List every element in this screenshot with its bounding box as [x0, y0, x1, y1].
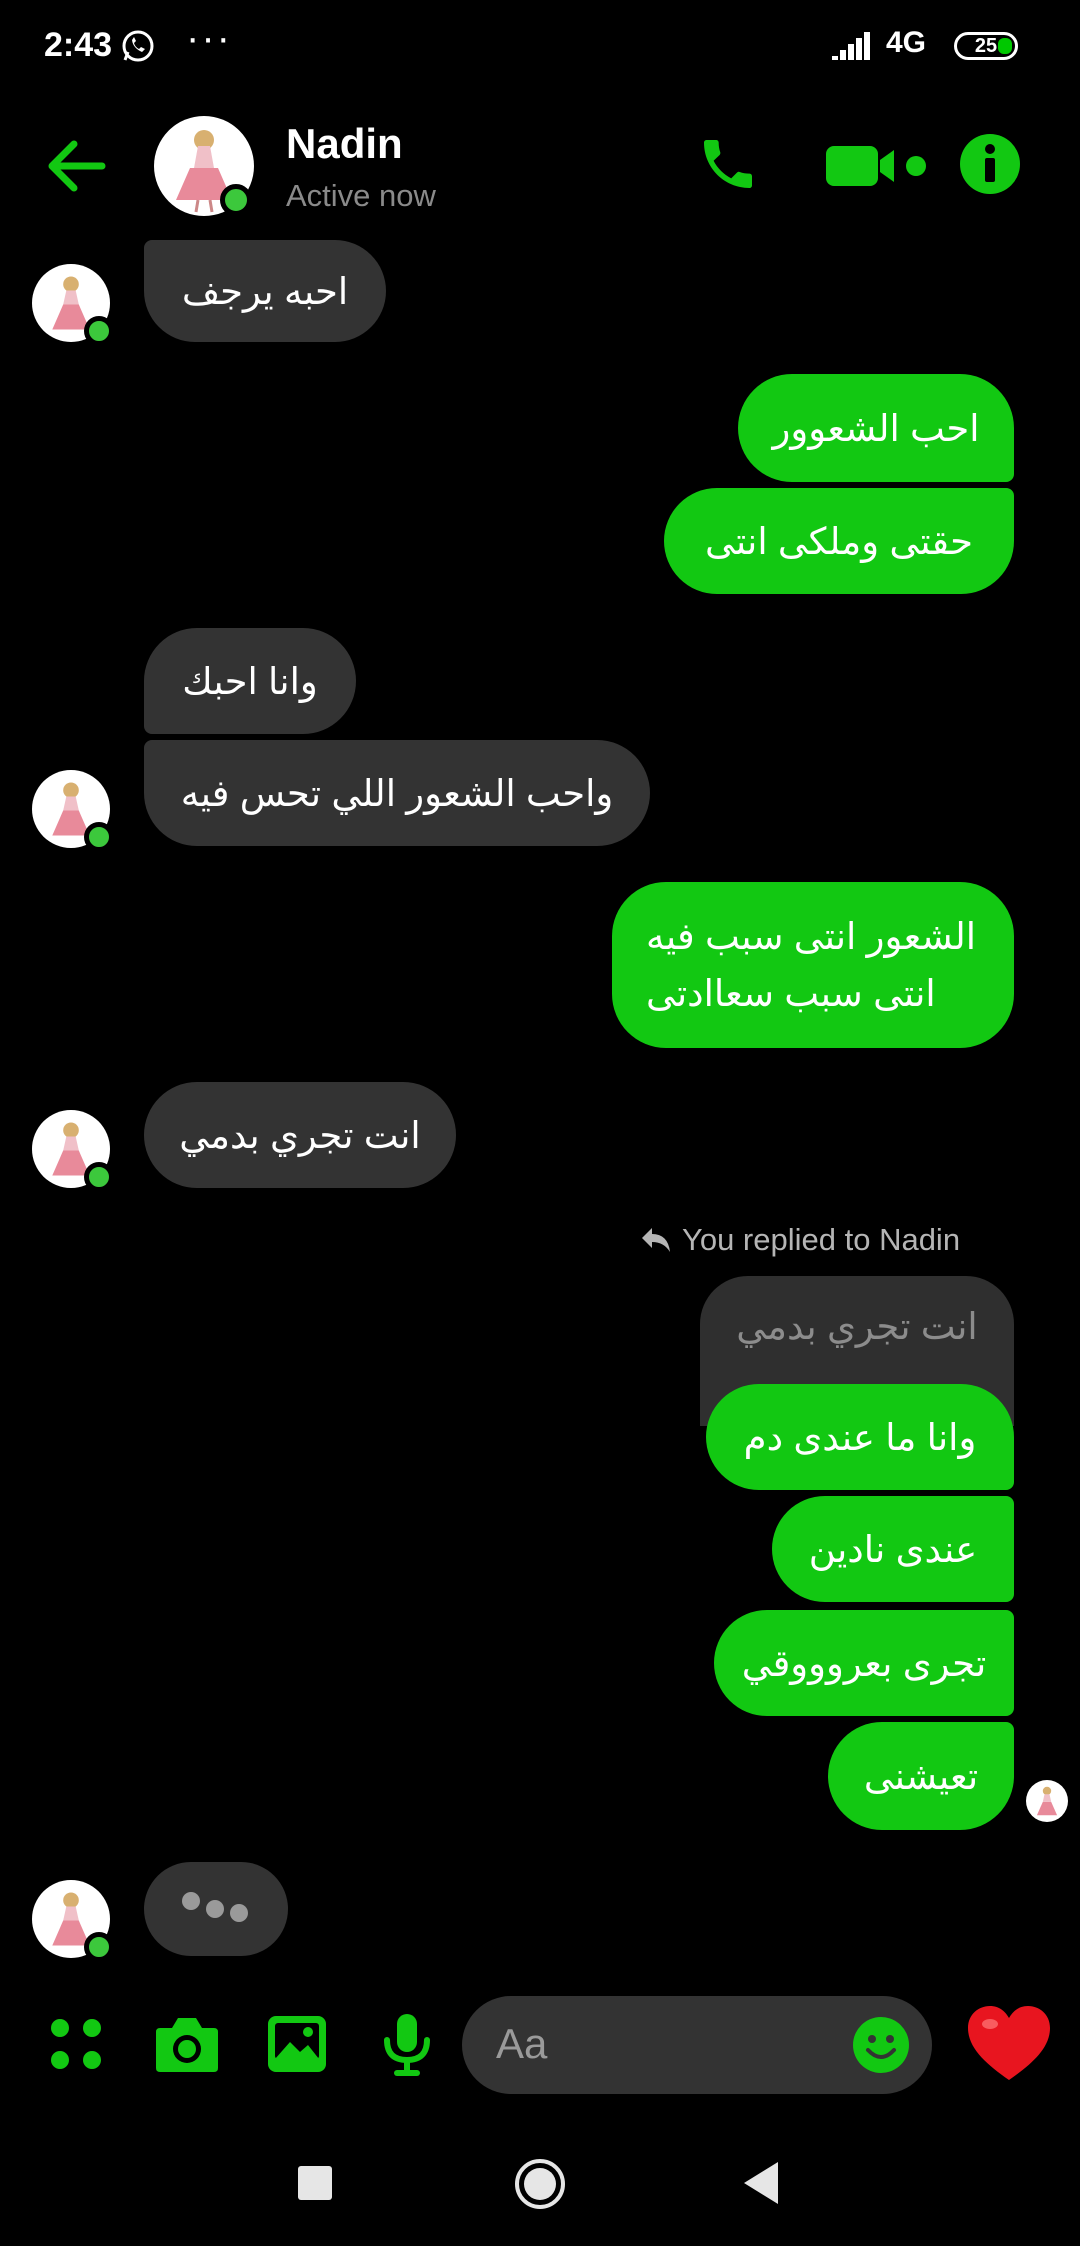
outgoing-message[interactable]: عندى نادين: [772, 1496, 1014, 1602]
online-indicator: [84, 1932, 114, 1962]
phone-icon[interactable]: [696, 132, 760, 196]
video-camera-icon[interactable]: [826, 140, 930, 192]
heart-icon[interactable]: [966, 2004, 1052, 2084]
system-back-button[interactable]: [742, 2160, 780, 2206]
message-line: الشعور انتى سبب فيه: [646, 916, 977, 957]
gallery-icon[interactable]: [266, 2014, 328, 2074]
camera-icon[interactable]: [154, 2016, 220, 2074]
battery-level: 25: [974, 35, 998, 57]
home-button[interactable]: [514, 2158, 566, 2210]
outgoing-message[interactable]: حقتى وملكى انتى: [664, 488, 1014, 594]
outgoing-message[interactable]: الشعور انتى سبب فيه انتى سبب سعاادتى: [612, 882, 1014, 1048]
whatsapp-notification-icon: [122, 30, 154, 62]
typing-indicator: [144, 1862, 288, 1956]
outgoing-message[interactable]: تعيشنى: [828, 1722, 1014, 1830]
apps-grid-icon[interactable]: [50, 2018, 106, 2074]
incoming-message[interactable]: انت تجري بدمي: [144, 1082, 456, 1188]
online-indicator: [84, 1162, 114, 1192]
seen-indicator-avatar: [1026, 1780, 1068, 1822]
recents-button[interactable]: [298, 2166, 332, 2200]
outgoing-message[interactable]: احب الشعوور: [738, 374, 1014, 482]
incoming-message[interactable]: وانا احبك: [144, 628, 356, 734]
reply-label-text: You replied to Nadin: [682, 1222, 961, 1257]
emoji-icon[interactable]: [852, 2016, 910, 2074]
battery-icon: 25: [954, 32, 1018, 60]
outgoing-message[interactable]: تجرى بعروووقي: [714, 1610, 1014, 1716]
message-input-placeholder: Aa: [496, 2020, 548, 2067]
online-indicator: [84, 316, 114, 346]
reply-label: You replied to Nadin: [640, 1222, 960, 1258]
incoming-message[interactable]: واحب الشعور اللي تحس فيه: [144, 740, 650, 846]
microphone-icon[interactable]: [382, 2012, 432, 2078]
signal-strength-icon: [832, 32, 870, 60]
online-indicator: [84, 822, 114, 852]
more-notifications-icon: ···: [186, 16, 232, 60]
network-type: 4G: [886, 26, 927, 59]
status-time: 2:43: [44, 26, 113, 64]
info-icon[interactable]: [958, 132, 1022, 196]
contact-status: Active now: [286, 178, 436, 213]
back-arrow-icon[interactable]: [44, 136, 108, 196]
incoming-message[interactable]: احبه يرجف: [144, 240, 386, 342]
outgoing-message[interactable]: وانا ما عندى دم: [706, 1384, 1014, 1490]
contact-name[interactable]: Nadin: [286, 120, 403, 168]
online-indicator: [220, 184, 252, 216]
reply-arrow-icon: [642, 1228, 670, 1252]
message-line: انتى سبب سعاادتى: [646, 973, 936, 1014]
